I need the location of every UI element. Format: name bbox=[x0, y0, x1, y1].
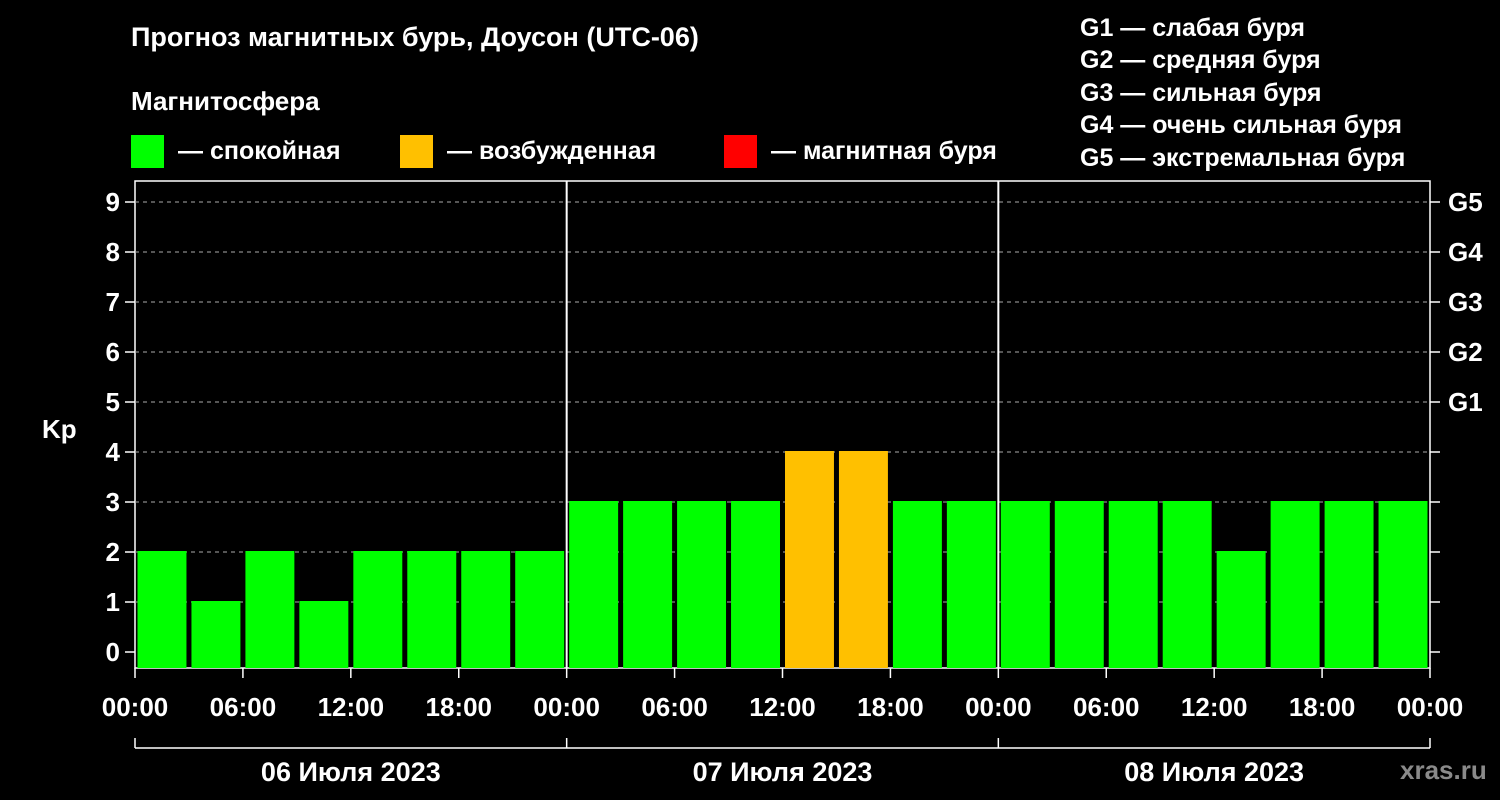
kp-bar-chart: 0 1 2 3 4 5 6 7 8 9 G1 G2 G3 G4 G5 Kp 00:00 06:00 12:00 18:… bbox=[42, 180, 1483, 787]
kp-bar bbox=[1324, 501, 1374, 668]
y-tick-label: 5 bbox=[106, 387, 120, 417]
g-scale-label: G3 bbox=[1448, 287, 1483, 317]
kp-bar bbox=[731, 501, 780, 668]
kp-bar bbox=[137, 551, 187, 668]
kp-bar bbox=[946, 501, 996, 668]
x-tick-label: 00:00 bbox=[533, 692, 600, 722]
day-label: 08 Июля 2023 bbox=[1124, 757, 1304, 787]
kp-bar bbox=[1162, 501, 1212, 668]
x-tick-label: 18:00 bbox=[857, 692, 924, 722]
kp-bar bbox=[299, 601, 349, 668]
kp-bar bbox=[407, 551, 457, 668]
g-scale-label: G4 bbox=[1448, 237, 1483, 267]
x-tick-label: 12:00 bbox=[318, 692, 385, 722]
g-scale-label: G1 bbox=[1448, 387, 1483, 417]
kp-bar bbox=[191, 601, 241, 668]
day-label: 06 Июля 2023 bbox=[261, 757, 441, 787]
y-tick-label: 2 bbox=[106, 537, 120, 567]
x-tick-label: 00:00 bbox=[1397, 692, 1464, 722]
g-scale-label: G5 bbox=[1448, 187, 1483, 217]
watermark: xras.ru bbox=[1400, 755, 1487, 785]
x-tick-label: 00:00 bbox=[102, 692, 169, 722]
kp-bar bbox=[353, 551, 403, 668]
kp-bar bbox=[838, 451, 888, 668]
x-tick-label: 12:00 bbox=[749, 692, 816, 722]
kp-bar bbox=[1378, 501, 1428, 668]
kp-bar bbox=[1270, 501, 1320, 668]
x-tick-label: 18:00 bbox=[1289, 692, 1356, 722]
y-tick-label: 4 bbox=[106, 437, 121, 467]
kp-bar bbox=[1108, 501, 1158, 668]
kp-bar bbox=[892, 501, 942, 668]
kp-bar bbox=[1000, 501, 1050, 668]
x-tick-label: 12:00 bbox=[1181, 692, 1248, 722]
y-tick-label: 7 bbox=[106, 287, 120, 317]
kp-bar bbox=[245, 551, 295, 668]
y-tick-label: 6 bbox=[106, 337, 120, 367]
x-tick-label: 06:00 bbox=[1073, 692, 1140, 722]
kp-bar bbox=[785, 451, 834, 668]
kp-bar bbox=[569, 501, 619, 668]
kp-bar bbox=[1054, 501, 1104, 668]
kp-bar bbox=[461, 551, 511, 668]
x-tick-label: 00:00 bbox=[965, 692, 1032, 722]
kp-bar bbox=[623, 501, 673, 668]
kp-bar bbox=[515, 551, 565, 668]
x-tick-label: 18:00 bbox=[426, 692, 493, 722]
day-label: 07 Июля 2023 bbox=[693, 757, 873, 787]
kp-bar bbox=[677, 501, 727, 668]
y-tick-label: 1 bbox=[106, 587, 120, 617]
y-tick-label: 8 bbox=[106, 237, 120, 267]
kp-bar bbox=[1216, 551, 1266, 668]
x-tick-label: 06:00 bbox=[210, 692, 277, 722]
x-tick-label: 06:00 bbox=[641, 692, 708, 722]
y-axis-label: Kp bbox=[42, 414, 77, 444]
y-tick-label: 0 bbox=[106, 637, 120, 667]
y-tick-label: 9 bbox=[106, 187, 120, 217]
g-scale-label: G2 bbox=[1448, 337, 1483, 367]
y-tick-label: 3 bbox=[106, 487, 120, 517]
